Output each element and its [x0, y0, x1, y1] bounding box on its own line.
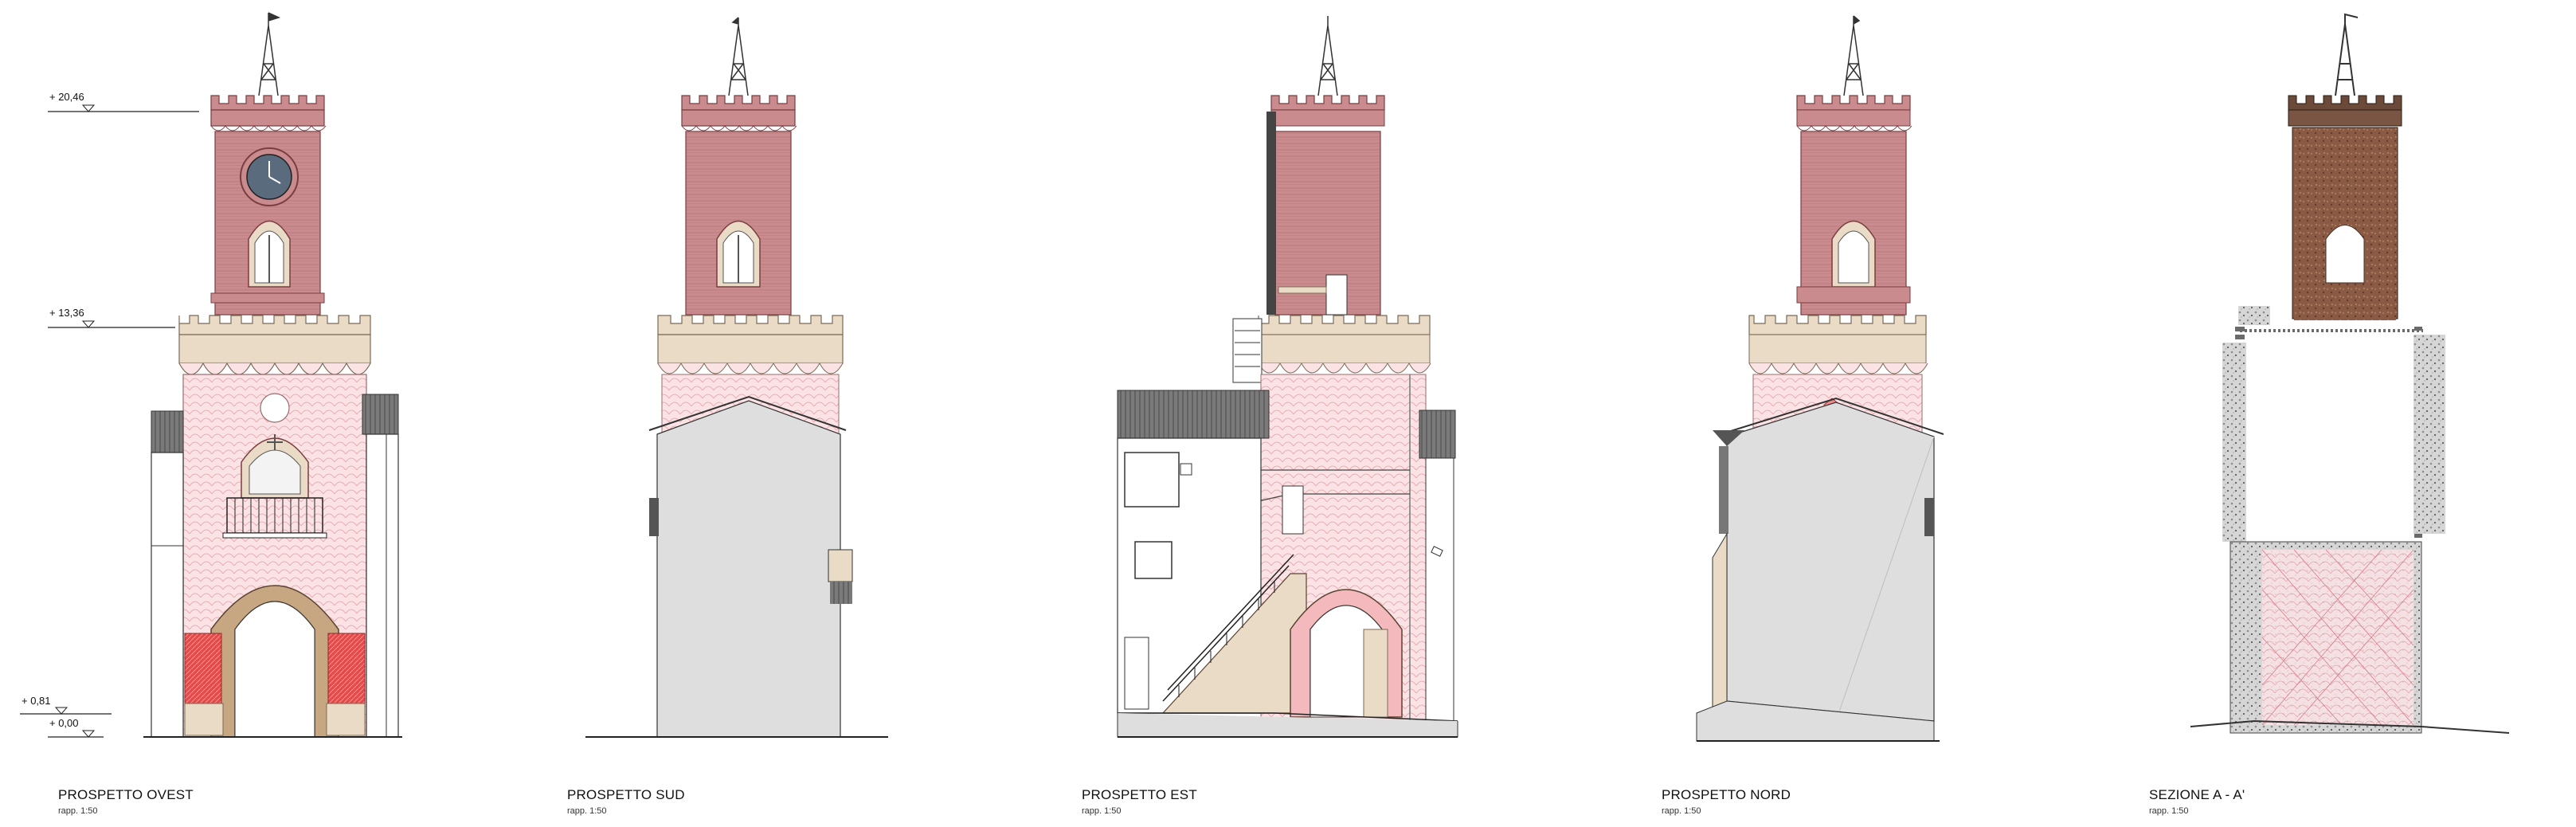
level-marker-crown: + 13,36 — [48, 307, 175, 328]
elevation-west — [143, 12, 402, 738]
level-marker-ground: + 0,00 — [48, 717, 104, 738]
elevation-south — [585, 17, 888, 738]
caption-scale-section: rapp. 1:50 — [2149, 806, 2189, 816]
caption-west: PROSPETTO OVEST rapp. 1:50 — [58, 787, 194, 816]
caption-north: PROSPETTO NORD rapp. 1:50 — [1662, 787, 1791, 816]
elevation-east — [1117, 16, 1458, 738]
caption-title-east: PROSPETTO EST — [1082, 787, 1197, 802]
level-label-threshold: + 0,81 — [22, 695, 51, 707]
caption-title-south: PROSPETTO SUD — [567, 787, 685, 802]
adjacent-building-gable — [656, 400, 841, 738]
level-marker-threshold: + 0,81 — [20, 695, 112, 715]
elevation-drawing-sheet: + 20,46 + 13,36 + 0,81 + 0,00 — [20, 12, 2510, 742]
gothic-window — [248, 220, 291, 288]
caption-scale-east: rapp. 1:50 — [1082, 806, 1122, 816]
level-label-crown: + 13,36 — [49, 307, 84, 319]
caption-scale-south: rapp. 1:50 — [567, 806, 607, 816]
caption-scale-north: rapp. 1:50 — [1662, 806, 1701, 816]
caption-title-west: PROSPETTO OVEST — [58, 787, 194, 802]
caption-east: PROSPETTO EST rapp. 1:50 — [1082, 787, 1197, 816]
level-marker-top: + 20,46 — [48, 91, 199, 112]
caption-section: SEZIONE A - A' rapp. 1:50 — [2149, 787, 2245, 816]
elevation-north — [1696, 15, 1944, 742]
clock-icon — [240, 147, 299, 206]
level-label-top: + 20,46 — [49, 91, 84, 103]
point-cloud-belfry — [2292, 127, 2398, 319]
caption-title-north: PROSPETTO NORD — [1662, 787, 1791, 802]
level-label-ground: + 0,00 — [49, 717, 79, 729]
caption-south: PROSPETTO SUD rapp. 1:50 — [567, 787, 685, 816]
caption-title-section: SEZIONE A - A' — [2149, 787, 2245, 802]
spire — [258, 12, 281, 96]
section-a-a — [2190, 13, 2510, 734]
caption-scale-west: rapp. 1:50 — [58, 806, 98, 816]
